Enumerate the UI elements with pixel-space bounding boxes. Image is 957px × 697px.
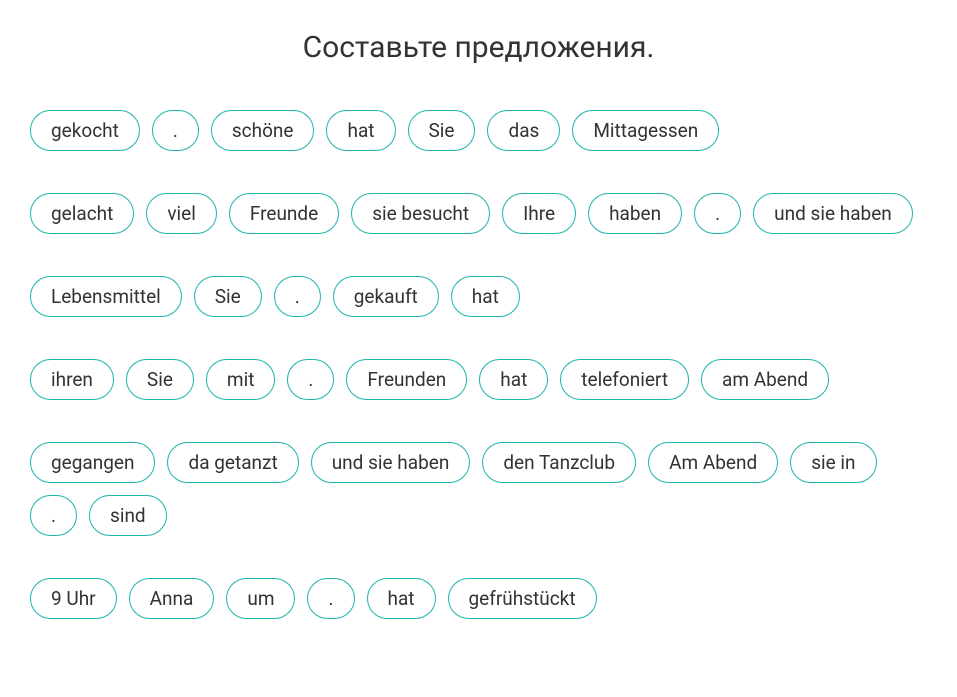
sentence-row: ihren Siemit. Freunden hat telefoniert am Abe… <box>30 359 927 400</box>
word-chip[interactable]: hat <box>479 359 548 400</box>
word-chip[interactable]: Lebensmittel <box>30 276 182 317</box>
word-chip[interactable]: gekocht <box>30 110 140 151</box>
word-chip[interactable]: das <box>487 110 560 151</box>
word-chip[interactable]: hat <box>451 276 520 317</box>
sentence-row: Lebensmittel Sie. gekauft hat <box>30 276 927 317</box>
word-chip[interactable]: um <box>226 578 295 619</box>
word-chip[interactable]: gefrühstückt <box>448 578 597 619</box>
sentence-row: gegangen da getanzt und sie haben den Tanzc… <box>30 442 927 536</box>
word-chip[interactable]: den Tanzclub <box>482 442 636 483</box>
word-chip[interactable]: Anna <box>129 578 215 619</box>
sentence-row: gelacht viel Freunde sie besucht Ihre haben. u… <box>30 193 927 234</box>
word-chip[interactable]: ihren <box>30 359 114 400</box>
word-chip[interactable]: Am Abend <box>648 442 778 483</box>
word-chip[interactable]: . <box>694 193 741 234</box>
word-chip[interactable]: hat <box>367 578 436 619</box>
word-chip[interactable]: gelacht <box>30 193 134 234</box>
sentence-row: 9 Uhr Annaum. hat gefrühstückt <box>30 578 927 619</box>
sentence-row: gekocht. schöne hat Siedas Mittagessen <box>30 110 927 151</box>
word-chip[interactable]: . <box>152 110 199 151</box>
word-chip[interactable]: telefoniert <box>560 359 689 400</box>
word-chip[interactable]: sie in <box>790 442 876 483</box>
word-chip[interactable]: und sie haben <box>311 442 471 483</box>
word-chip[interactable]: Sie <box>408 110 476 151</box>
word-chip[interactable]: . <box>287 359 334 400</box>
word-chip[interactable]: gekauft <box>333 276 439 317</box>
word-chip[interactable]: Sie <box>194 276 262 317</box>
word-chip[interactable]: Freunde <box>229 193 339 234</box>
word-chip[interactable]: schöne <box>211 110 315 151</box>
word-chip[interactable]: und sie haben <box>753 193 913 234</box>
word-chip[interactable]: sie besucht <box>351 193 490 234</box>
word-chip[interactable]: mit <box>206 359 276 400</box>
word-chip[interactable]: haben <box>588 193 682 234</box>
word-chip[interactable]: . <box>30 495 77 536</box>
word-chip[interactable]: Freunden <box>346 359 467 400</box>
word-chip[interactable]: hat <box>326 110 395 151</box>
word-chip[interactable]: Sie <box>126 359 194 400</box>
word-chip[interactable]: am Abend <box>701 359 829 400</box>
word-chip[interactable]: . <box>307 578 354 619</box>
page-title: Составьте предложения. <box>30 30 927 65</box>
word-chip[interactable]: sind <box>89 495 167 536</box>
exercise-container: gekocht.schönehatSiedasMittagessengelach… <box>30 110 927 619</box>
word-chip[interactable]: viel <box>146 193 217 234</box>
word-chip[interactable]: da getanzt <box>167 442 298 483</box>
word-chip[interactable]: 9 Uhr <box>30 578 117 619</box>
word-chip[interactable]: . <box>274 276 321 317</box>
word-chip[interactable]: Ihre <box>502 193 576 234</box>
word-chip[interactable]: gegangen <box>30 442 155 483</box>
word-chip[interactable]: Mittagessen <box>572 110 719 151</box>
